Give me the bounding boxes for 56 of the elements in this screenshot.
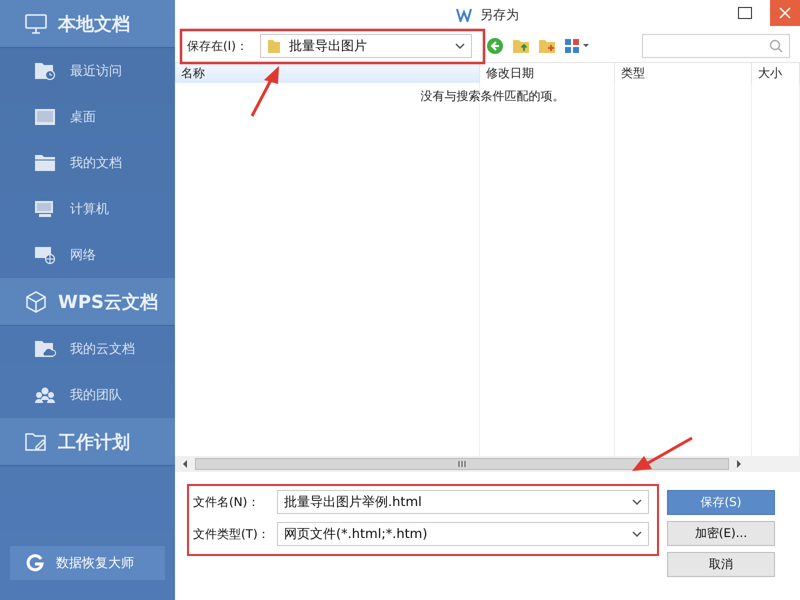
search-field[interactable] xyxy=(642,34,790,58)
chevron-down-icon xyxy=(632,499,642,505)
sidebar-section-header[interactable]: WPS云文档 xyxy=(0,278,175,326)
folder-icon xyxy=(266,38,281,54)
empty-message: 没有与搜索条件匹配的项。 xyxy=(420,88,566,105)
monitor-icon xyxy=(24,12,48,34)
sidebar-item[interactable]: 网络 xyxy=(0,232,175,278)
close-button[interactable] xyxy=(770,0,800,26)
screen-icon xyxy=(34,108,56,126)
chevron-down-icon xyxy=(632,531,642,537)
view-menu-icon[interactable] xyxy=(564,38,590,54)
window-title: 另存为 xyxy=(480,7,519,24)
column-header[interactable]: 类型 xyxy=(615,63,752,83)
scroll-left-icon[interactable] xyxy=(181,460,189,468)
dialog-button[interactable]: 取消 xyxy=(667,552,775,577)
field-label: 文件名(N)： xyxy=(193,494,260,510)
g-logo-icon xyxy=(26,554,44,572)
search-icon xyxy=(769,39,783,53)
annotation-arrow xyxy=(250,66,279,117)
folder-icon xyxy=(34,154,56,172)
folder-cloud-icon xyxy=(34,340,56,358)
w-logo-icon xyxy=(456,8,472,22)
sidebar-item[interactable]: 桌面 xyxy=(0,94,175,140)
location-dropdown[interactable]: 批量导出图片 xyxy=(260,34,472,58)
folder-clock-icon xyxy=(34,62,56,80)
computer-icon xyxy=(34,200,56,218)
dropdown-field[interactable]: 网页文件(*.html;*.htm) xyxy=(277,522,649,546)
annotation-arrow xyxy=(632,436,693,471)
sidebar-item[interactable]: 我的文档 xyxy=(0,140,175,186)
sidebar-item[interactable]: 计算机 xyxy=(0,186,175,232)
team-icon xyxy=(34,386,56,404)
sidebar-item[interactable]: 我的团队 xyxy=(0,372,175,418)
folder-up-icon[interactable] xyxy=(512,38,530,54)
column-header[interactable]: 大小 xyxy=(752,63,800,83)
dialog-button[interactable]: 保存(S) xyxy=(667,490,775,515)
location-label: 保存在(I)： xyxy=(187,38,248,54)
close-icon xyxy=(779,7,791,19)
column-header[interactable]: 修改日期 xyxy=(480,63,615,83)
dialog-button[interactable]: 加密(E)... xyxy=(667,521,775,546)
scroll-right-icon[interactable] xyxy=(735,460,743,468)
recovery-button[interactable]: 数据恢复大师 xyxy=(10,546,165,580)
folder-edit-icon xyxy=(24,430,48,452)
sidebar-item[interactable]: 我的云文档 xyxy=(0,326,175,372)
cube-icon xyxy=(24,290,48,314)
horizontal-scrollbar[interactable] xyxy=(175,456,800,472)
chevron-down-icon xyxy=(454,43,465,49)
dropdown-field[interactable]: 批量导出图片举例.html xyxy=(277,490,649,514)
sidebar-section-header[interactable]: 工作计划 xyxy=(0,418,175,466)
new-folder-icon[interactable] xyxy=(538,38,556,54)
maximize-icon xyxy=(738,7,752,19)
scrollbar-thumb[interactable] xyxy=(195,458,729,470)
network-icon xyxy=(34,246,56,264)
field-label: 文件类型(T)： xyxy=(193,526,271,542)
back-icon[interactable] xyxy=(486,37,504,55)
sidebar-item[interactable]: 最近访问 xyxy=(0,48,175,94)
sidebar-section-header[interactable]: 本地文档 xyxy=(0,0,175,48)
